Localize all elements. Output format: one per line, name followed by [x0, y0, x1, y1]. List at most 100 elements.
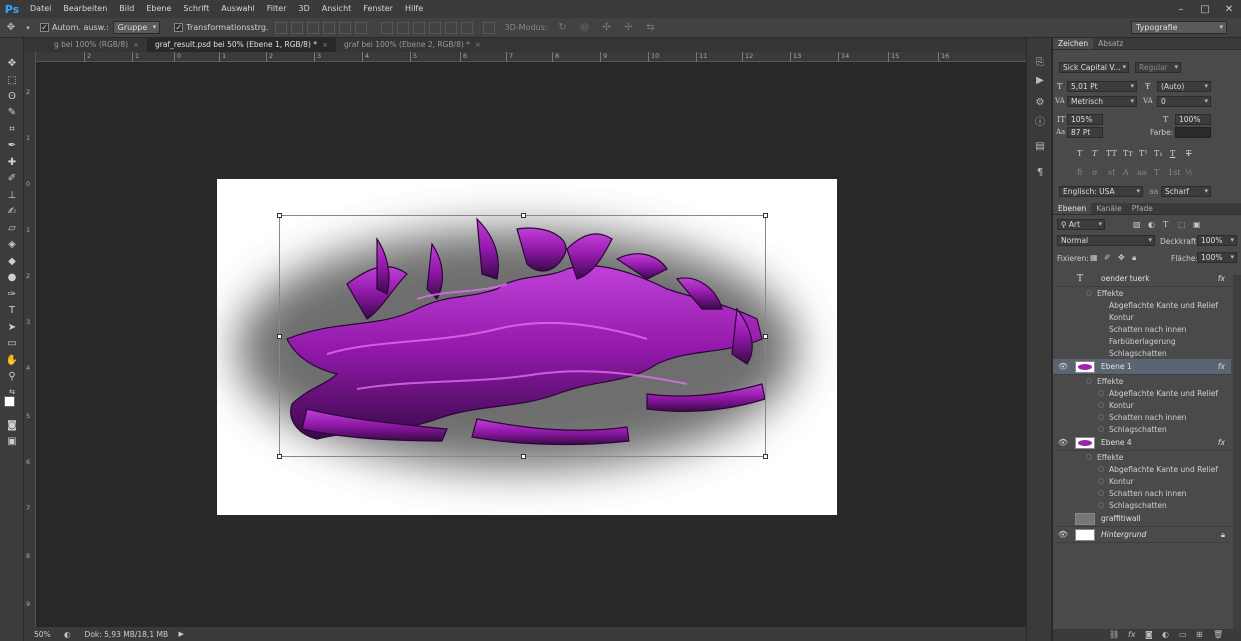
eyedropper-tool-icon[interactable]: ✒	[4, 138, 20, 152]
transform-handle-top-left[interactable]	[277, 213, 282, 218]
layer-effects-icon[interactable]: fx	[1218, 438, 1225, 447]
delete-layer-icon[interactable]: 🗑︎	[1213, 630, 1223, 639]
layer-row[interactable]: 👁︎ Hintergrund 🔒︎	[1053, 527, 1231, 543]
ordinals-icon[interactable]: T	[1154, 168, 1159, 177]
menu-item[interactable]: Schrift	[177, 0, 215, 18]
new-layer-icon[interactable]: ⊞	[1196, 630, 1203, 639]
distribute-bottom-icon[interactable]	[412, 21, 425, 34]
effect-visibility-icon[interactable]: ◌	[1098, 413, 1104, 421]
effect-visibility-icon[interactable]: ◌	[1086, 289, 1092, 297]
shape-tool-icon[interactable]: ▭	[4, 336, 20, 350]
baseline-shift-field[interactable]: 87 Pt	[1067, 127, 1103, 138]
filter-pixel-icon[interactable]: ▨	[1133, 220, 1141, 229]
transform-handle-left[interactable]	[277, 334, 282, 339]
transform-handle-bottom[interactable]	[521, 454, 526, 459]
move-tool-icon[interactable]: ✥	[4, 56, 20, 70]
menu-item[interactable]: Bild	[113, 0, 140, 18]
effect-item[interactable]: Schatten nach innen	[1109, 413, 1186, 422]
effect-visibility-icon[interactable]: ◌	[1098, 489, 1104, 497]
effects-header[interactable]: Effekte	[1097, 377, 1123, 386]
auto-align-icon[interactable]	[482, 21, 495, 34]
font-family-select[interactable]: Sick Capital V...	[1059, 62, 1129, 73]
faux-italic-icon[interactable]: T	[1092, 149, 1097, 158]
blend-mode-select[interactable]: Normal	[1057, 235, 1155, 246]
auto-select-dropdown[interactable]: Gruppe	[112, 21, 161, 34]
titling-alt-icon[interactable]: aa	[1137, 168, 1147, 177]
effect-visibility-icon[interactable]: ◌	[1086, 453, 1092, 461]
menu-item[interactable]: Filter	[261, 0, 293, 18]
small-caps-icon[interactable]: Tт	[1123, 149, 1133, 158]
lock-position-icon[interactable]: ✥	[1118, 253, 1125, 262]
hand-tool-icon[interactable]: ✋	[4, 353, 20, 367]
quick-mask-icon[interactable]: ◙	[4, 418, 20, 432]
effect-visibility-icon[interactable]: ◌	[1098, 389, 1104, 397]
new-group-icon[interactable]: ▭	[1179, 630, 1187, 639]
minimize-button[interactable]: –	[1169, 0, 1193, 18]
tab-document-1[interactable]: g bei 100% (RGB/8) ×	[24, 38, 147, 52]
effect-visibility-icon[interactable]: ◌	[1098, 425, 1104, 433]
layer-row[interactable]: 👁︎ Ebene 1 fx	[1053, 359, 1231, 375]
tab-layers[interactable]: Ebenen	[1053, 203, 1092, 214]
dodge-tool-icon[interactable]: ●	[4, 270, 20, 284]
effect-visibility-icon[interactable]: ◌	[1098, 501, 1104, 509]
transform-bounding-box[interactable]	[277, 213, 768, 459]
zoom-level[interactable]: 50%	[34, 630, 60, 639]
antialias-select[interactable]: Scharf	[1161, 186, 1211, 197]
language-select[interactable]: Englisch: USA	[1059, 186, 1143, 197]
distribute-hcenter-icon[interactable]	[444, 21, 457, 34]
layer-row[interactable]: Toender tuerk fx	[1053, 271, 1231, 287]
vertical-scale-field[interactable]: 105%	[1067, 114, 1103, 125]
filter-smartobject-icon[interactable]: ▣	[1193, 220, 1201, 229]
blur-tool-icon[interactable]: ◆	[4, 254, 20, 268]
transform-handle-bottom-left[interactable]	[277, 454, 282, 459]
share-icon[interactable]: ◐	[64, 630, 71, 639]
eraser-tool-icon[interactable]: ▱	[4, 221, 20, 235]
auto-select-checkbox[interactable]: ✓	[40, 23, 49, 32]
distribute-vcenter-icon[interactable]	[396, 21, 409, 34]
screen-mode-icon[interactable]: ▣	[4, 434, 20, 448]
effect-item[interactable]: Schatten nach innen	[1109, 489, 1186, 498]
lock-transparency-icon[interactable]: ▦	[1090, 253, 1098, 262]
effect-item[interactable]: Abgeflachte Kante und Relief	[1109, 465, 1218, 474]
menu-item[interactable]: Ansicht	[316, 0, 358, 18]
opacity-field[interactable]: 100%	[1197, 235, 1237, 246]
tab-character[interactable]: Zeichen	[1053, 38, 1094, 49]
3d-pan-icon[interactable]: ✣	[598, 21, 616, 35]
effect-item[interactable]: Abgeflachte Kante und Relief	[1109, 301, 1218, 310]
effect-item[interactable]: Schlagschatten	[1109, 501, 1167, 510]
link-layers-icon[interactable]: ⛓	[1109, 630, 1119, 639]
close-icon[interactable]: ×	[475, 38, 481, 52]
fraction-icon[interactable]: ½	[1185, 168, 1193, 177]
3d-slide-icon[interactable]: ✢	[620, 21, 638, 35]
close-icon[interactable]: ×	[133, 38, 139, 52]
add-mask-icon[interactable]: ◙	[1145, 630, 1153, 639]
effect-item[interactable]: Kontur	[1109, 401, 1134, 410]
horizontal-ruler[interactable]: 2 1 0 1 2 3 4 5 6 7 8 9 10 11 12 13 14 15 16	[36, 52, 1026, 62]
maximize-button[interactable]: □	[1193, 0, 1217, 18]
filter-adjustment-icon[interactable]: ◐	[1148, 220, 1155, 229]
effects-header[interactable]: Effekte	[1097, 453, 1123, 462]
swash-icon[interactable]: st	[1108, 168, 1115, 177]
menu-item[interactable]: Auswahl	[215, 0, 260, 18]
history-panel-icon[interactable]: ⎘	[1034, 56, 1046, 68]
workspace-dropdown[interactable]: Typografie	[1131, 21, 1227, 34]
distribute-right-icon[interactable]	[460, 21, 473, 34]
effects-header[interactable]: Effekte	[1097, 289, 1123, 298]
align-right-icon[interactable]	[354, 21, 367, 34]
crop-tool-icon[interactable]: ⌗	[4, 122, 20, 136]
filter-shape-icon[interactable]: ⬚	[1178, 220, 1186, 229]
lock-all-icon[interactable]: 🔒︎	[1132, 253, 1136, 263]
lasso-tool-icon[interactable]: ʘ	[4, 89, 20, 103]
align-hcenter-icon[interactable]	[338, 21, 351, 34]
discretionary-ligature-icon[interactable]: ơ	[1092, 168, 1097, 177]
path-select-tool-icon[interactable]: ➤	[4, 320, 20, 334]
effect-item[interactable]: Schatten nach innen	[1109, 325, 1186, 334]
visibility-eye-icon[interactable]: 👁︎	[1057, 529, 1069, 541]
distribute-top-icon[interactable]	[380, 21, 393, 34]
effect-visibility-icon[interactable]: ◌	[1098, 401, 1104, 409]
transform-handle-bottom-right[interactable]	[763, 454, 768, 459]
adjustments-panel-icon[interactable]: ⚙	[1034, 96, 1046, 108]
menu-item[interactable]: 3D	[293, 0, 316, 18]
text-color-swatch[interactable]	[1175, 127, 1211, 138]
effect-item[interactable]: Farbüberlagerung	[1109, 337, 1176, 346]
